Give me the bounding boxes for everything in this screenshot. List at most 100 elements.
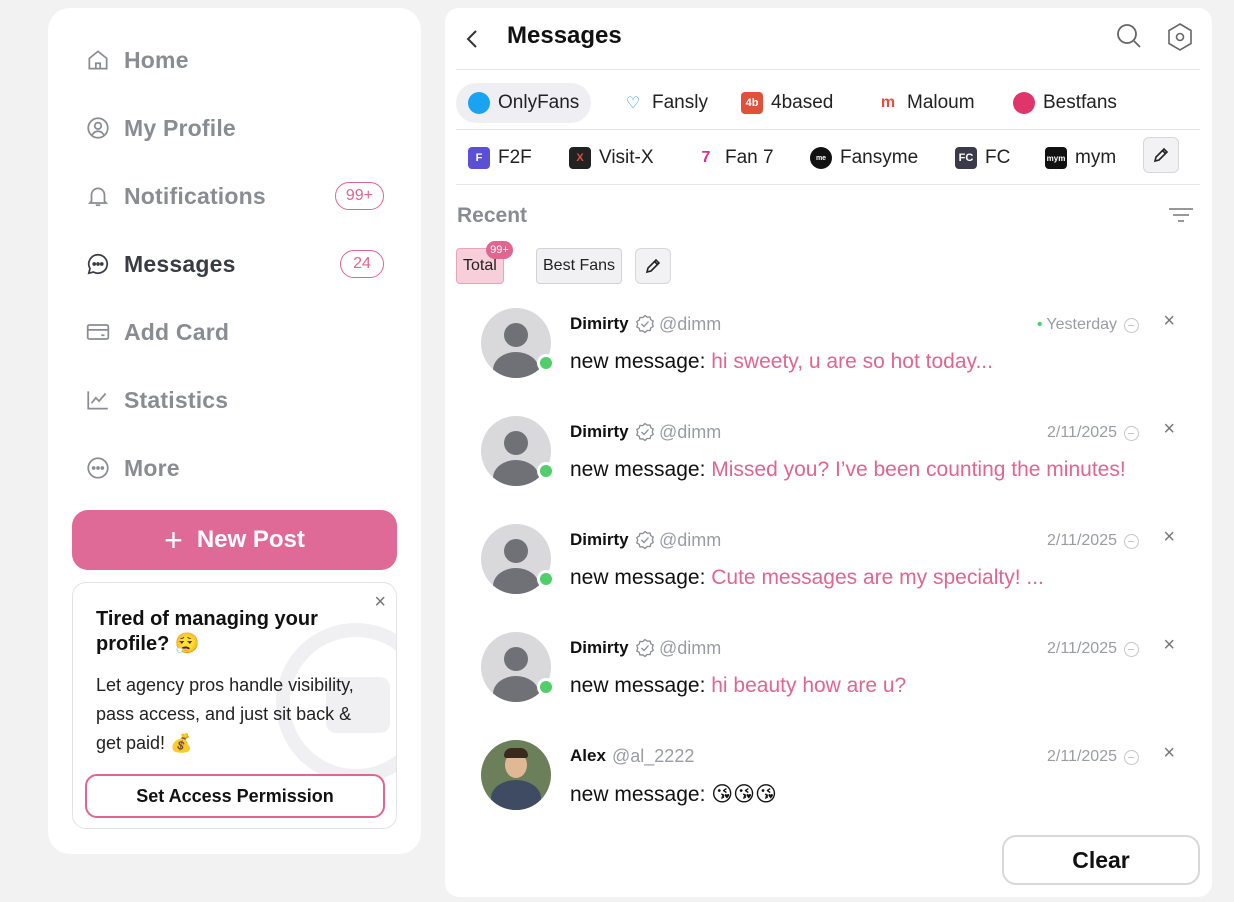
pencil-icon	[1153, 147, 1169, 163]
sidebar-item-label: Messages	[124, 250, 236, 277]
close-icon[interactable]: ×	[1163, 310, 1175, 333]
platform-label: Bestfans	[1043, 92, 1117, 113]
sidebar-item-messages[interactable]: Messages 24	[84, 242, 384, 286]
chat-icon	[84, 250, 112, 278]
agency-promo-card: × Tired of managing your profile? 😮‍💨 Le…	[72, 582, 397, 829]
sidebar-item-add-card[interactable]: Add Card	[84, 310, 384, 354]
bell-icon	[84, 182, 112, 210]
search-icon[interactable]	[1115, 22, 1145, 54]
filter-icon[interactable]	[1168, 204, 1194, 226]
mute-icon[interactable]	[1124, 318, 1139, 333]
message-time: 2/11/2025	[1047, 748, 1117, 765]
sender-handle: @al_2222	[612, 746, 695, 766]
settings-hexagon-icon[interactable]	[1166, 22, 1196, 54]
home-icon	[84, 46, 112, 74]
sidebar-item-label: My Profile	[124, 114, 236, 141]
close-icon[interactable]: ×	[1163, 418, 1175, 441]
message-row[interactable]: Dimirty @dimm • Yesterday × new message: …	[481, 308, 1181, 384]
platform-label: FC	[985, 147, 1011, 168]
message-row[interactable]: Dimirty @dimm 2/11/2025 × new message: C…	[481, 524, 1181, 600]
message-preview: new message: Cute messages are my specia…	[570, 566, 1044, 589]
visit-x-logo-icon: X	[569, 147, 591, 169]
online-status-dot	[537, 678, 555, 696]
online-status-dot	[537, 570, 555, 588]
sender-handle: @dimm	[659, 422, 722, 442]
platform-tab-onlyfans[interactable]: OnlyFans	[456, 83, 592, 123]
platform-tab-fansyme[interactable]: me Fansyme	[798, 138, 930, 178]
sender-name: Dimirty	[570, 314, 629, 333]
page-title: Messages	[507, 22, 622, 49]
platform-tab-maloum[interactable]: m Maloum	[865, 83, 987, 123]
verified-badge-icon	[636, 638, 654, 658]
onlyfans-logo-icon	[468, 92, 490, 114]
platform-tab-bestfans[interactable]: Bestfans	[1001, 83, 1129, 123]
sidebar-item-label: Statistics	[124, 386, 229, 413]
set-access-permission-button[interactable]: Set Access Permission	[85, 774, 385, 818]
back-chevron-icon[interactable]	[465, 24, 489, 54]
avatar	[481, 740, 551, 810]
maloum-logo-icon: m	[877, 92, 899, 114]
card-icon	[84, 318, 112, 346]
message-time: • Yesterday	[1036, 316, 1117, 333]
chart-icon	[84, 386, 112, 414]
promo-title: Tired of managing your profile? 😮‍💨	[96, 608, 318, 655]
plus-icon: +	[164, 522, 183, 558]
chip-label: Total	[463, 257, 497, 274]
message-time: 2/11/2025	[1047, 640, 1117, 657]
platform-tab-fansly[interactable]: ♡ Fansly	[610, 83, 720, 123]
message-row[interactable]: Dimirty @dimm 2/11/2025 × new message: M…	[481, 416, 1181, 492]
clear-button[interactable]: Clear	[1002, 835, 1200, 885]
message-time: 2/11/2025	[1047, 424, 1117, 441]
platform-tab-fc[interactable]: FC FC	[943, 138, 1022, 178]
mute-icon[interactable]	[1124, 750, 1139, 765]
chip-best-fans[interactable]: Best Fans	[536, 248, 623, 284]
platform-label: Visit-X	[599, 147, 654, 168]
sender-handle: @dimm	[659, 638, 722, 658]
mute-icon[interactable]	[1124, 642, 1139, 657]
platform-tab-fan7[interactable]: 7 Fan 7	[683, 138, 786, 178]
sidebar-item-statistics[interactable]: Statistics	[84, 378, 384, 422]
verified-badge-icon	[636, 314, 654, 334]
edit-platforms-button[interactable]	[1143, 137, 1179, 173]
edit-chips-button[interactable]	[635, 248, 671, 284]
close-icon[interactable]: ×	[1163, 634, 1175, 657]
divider	[456, 184, 1200, 185]
platform-label: F2F	[498, 147, 532, 168]
platform-label: Maloum	[907, 92, 975, 113]
close-icon[interactable]: ×	[1163, 742, 1175, 765]
sidebar-item-my-profile[interactable]: My Profile	[84, 106, 384, 150]
mute-icon[interactable]	[1124, 534, 1139, 549]
recent-heading: Recent	[457, 204, 528, 227]
sender-name: Dimirty	[570, 638, 629, 657]
close-icon[interactable]: ×	[374, 591, 386, 614]
messages-count-badge: 24	[340, 250, 384, 278]
platform-tab-4based[interactable]: 4b 4based	[729, 83, 845, 123]
platform-label: OnlyFans	[498, 92, 580, 113]
sender-name: Dimirty	[570, 530, 629, 549]
sidebar: Home My Profile Notifications 99+ Messag…	[48, 8, 421, 854]
close-icon[interactable]: ×	[1163, 526, 1175, 549]
message-row[interactable]: Dimirty @dimm 2/11/2025 × new message: h…	[481, 632, 1181, 708]
platform-tab-visit-x[interactable]: X Visit-X	[557, 138, 666, 178]
verified-badge-icon	[636, 422, 654, 442]
total-count-badge: 99+	[486, 241, 513, 259]
sender-handle: @dimm	[659, 530, 722, 550]
sidebar-item-notifications[interactable]: Notifications 99+	[84, 174, 384, 218]
mym-logo-icon: mym	[1045, 147, 1067, 169]
promo-text: Let agency pros handle visibility, pass …	[96, 675, 354, 753]
fansyme-logo-icon: me	[810, 147, 832, 169]
messages-panel: Messages OnlyFans ♡ Fansly 4b 4based m M…	[445, 8, 1212, 897]
fc-logo-icon: FC	[955, 147, 977, 169]
mute-icon[interactable]	[1124, 426, 1139, 441]
sidebar-item-more[interactable]: More	[84, 446, 384, 490]
chip-total[interactable]: Total 99+	[456, 241, 513, 284]
platform-label: 4based	[771, 92, 834, 113]
platform-tab-f2f[interactable]: F F2F	[456, 138, 544, 178]
new-post-button[interactable]: + New Post	[72, 510, 397, 570]
message-preview: new message: hi sweety, u are so hot tod…	[570, 350, 993, 373]
message-preview: new message: hi beauty how are u?	[570, 674, 907, 697]
sidebar-item-home[interactable]: Home	[84, 38, 384, 82]
message-row[interactable]: Alex @al_2222 2/11/2025 × new message: 😘…	[481, 740, 1181, 816]
platform-tab-mym[interactable]: mym mym	[1033, 138, 1128, 178]
message-time: 2/11/2025	[1047, 532, 1117, 549]
